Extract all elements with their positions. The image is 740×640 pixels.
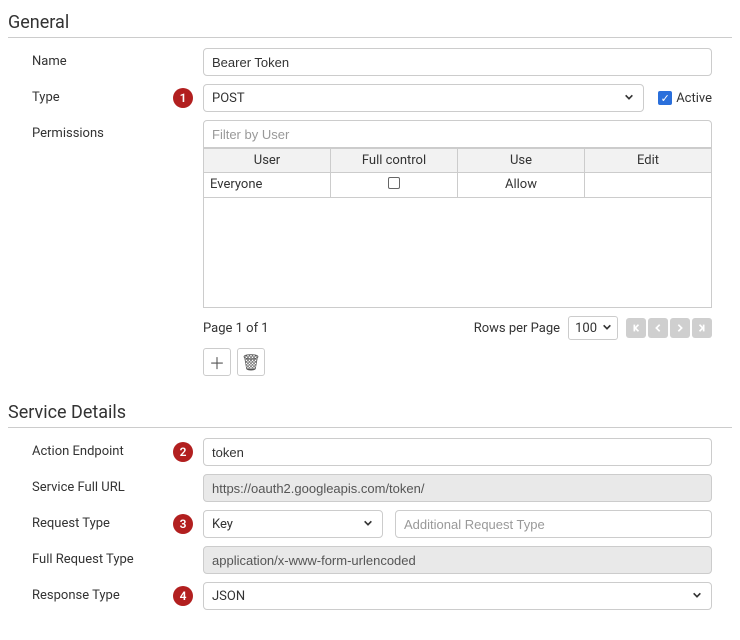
label-full-request-type: Full Request Type <box>8 546 163 567</box>
name-input[interactable] <box>203 48 712 76</box>
page-first-button[interactable] <box>626 318 646 338</box>
add-button[interactable]: ＋ <box>203 348 231 376</box>
service-url-input <box>203 474 712 502</box>
page-last-button[interactable] <box>692 318 712 338</box>
rows-per-page-label: Rows per Page <box>474 321 560 336</box>
badge-4: 4 <box>173 586 193 606</box>
col-full-control[interactable]: Full control <box>331 149 458 173</box>
trash-icon: 🗑 <box>241 353 261 372</box>
delete-button[interactable]: 🗑 <box>237 348 265 376</box>
response-type-select[interactable]: JSON <box>203 582 712 610</box>
label-permissions: Permissions <box>8 120 163 141</box>
page-indicator: Page 1 of 1 <box>203 321 269 336</box>
col-use[interactable]: Use <box>458 149 585 173</box>
permissions-table: User Full control Use Edit Everyone Allo… <box>203 148 712 198</box>
col-edit[interactable]: Edit <box>585 149 712 173</box>
request-type-select[interactable]: Key <box>203 510 383 538</box>
permissions-filter-input[interactable] <box>203 120 712 148</box>
cell-user: Everyone <box>204 173 331 198</box>
cell-full[interactable] <box>331 173 458 198</box>
cell-use: Allow <box>458 173 585 198</box>
label-action-endpoint: Action Endpoint <box>8 438 163 459</box>
label-type: Type <box>8 84 163 105</box>
label-service-url: Service Full URL <box>8 474 163 495</box>
label-response-type: Response Type <box>8 582 163 603</box>
table-row[interactable]: Everyone Allow <box>204 173 712 198</box>
permissions-empty-area <box>203 198 712 308</box>
active-label: Active <box>676 91 712 106</box>
cell-edit <box>585 173 712 198</box>
rows-per-page-select[interactable]: 100 <box>568 316 618 340</box>
badge-1: 1 <box>173 88 193 108</box>
action-endpoint-input[interactable] <box>203 438 712 466</box>
label-request-type: Request Type <box>8 510 163 531</box>
additional-request-type-input[interactable] <box>395 510 712 538</box>
plus-icon: ＋ <box>209 350 225 374</box>
type-select[interactable]: POST <box>203 84 644 112</box>
full-request-type-input <box>203 546 712 574</box>
page-next-button[interactable] <box>670 318 690 338</box>
col-user[interactable]: User <box>204 149 331 173</box>
badge-2: 2 <box>173 442 193 462</box>
section-title-service: Service Details <box>8 394 732 428</box>
active-checkbox[interactable]: ✓ <box>658 91 672 105</box>
section-title-general: General <box>8 4 732 38</box>
badge-3: 3 <box>173 514 193 534</box>
label-name: Name <box>8 48 163 69</box>
page-prev-button[interactable] <box>648 318 668 338</box>
